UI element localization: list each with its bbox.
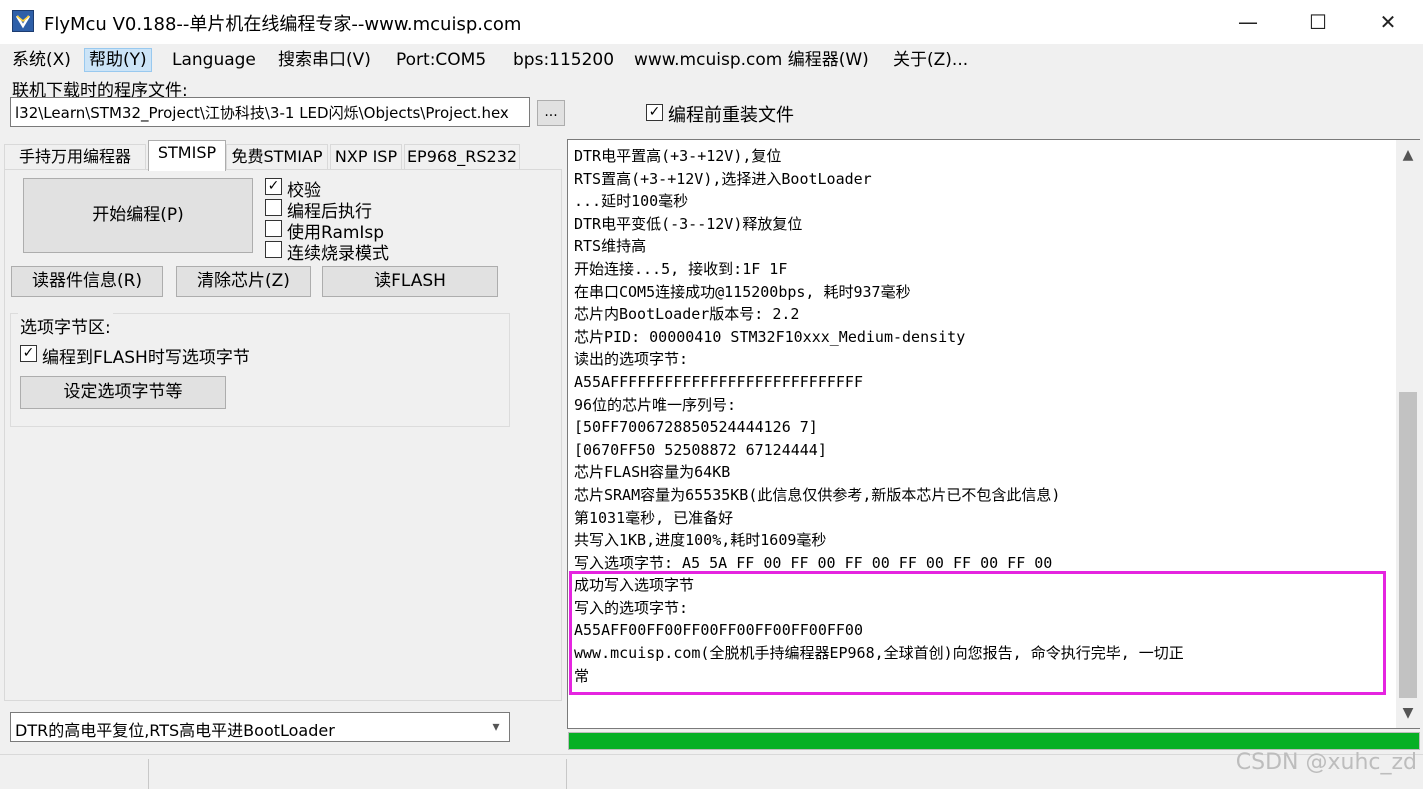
log-line: DTR电平变低(-3--12V)释放复位 xyxy=(574,214,803,233)
log-line: 96位的芯片唯一序列号: xyxy=(574,395,737,414)
log-line: A55AFFFFFFFFFFFFFFFFFFFFFFFFFFFF xyxy=(574,372,863,391)
menu-about[interactable]: 关于(Z)... xyxy=(889,48,972,72)
reset-mode-select[interactable]: DTR的高电平复位,RTS高电平进BootLoader ▾ xyxy=(10,712,510,742)
log-scrollbar[interactable]: ▲ ▼ xyxy=(1396,140,1420,728)
tab-handheld-programmer[interactable]: 手持万用编程器 xyxy=(4,144,146,170)
tab-ep968-rs232[interactable]: EP968_RS232 xyxy=(404,144,520,170)
status-divider xyxy=(566,759,567,789)
read-flash-button[interactable]: 读FLASH xyxy=(322,266,498,297)
title-bar: FlyMcu V0.188--单片机在线编程专家--www.mcuisp.com… xyxy=(0,0,1423,44)
browse-file-button[interactable]: ... xyxy=(537,100,565,126)
progress-fill xyxy=(569,733,1419,749)
continuous-burn-label: 连续烧录模式 xyxy=(287,244,389,264)
menu-help[interactable]: 帮助(Y) xyxy=(84,48,152,72)
menu-bar: 系统(X) 帮助(Y) Language 搜索串口(V) Port:COM5 b… xyxy=(0,44,1423,74)
log-line: 在串口COM5连接成功@115200bps, 耗时937毫秒 xyxy=(574,282,911,301)
menu-bps[interactable]: bps:115200 xyxy=(509,48,618,72)
menu-language[interactable]: Language xyxy=(168,48,260,72)
menu-port[interactable]: Port:COM5 xyxy=(392,48,490,72)
read-device-info-button[interactable]: 读器件信息(R) xyxy=(11,266,163,297)
verify-checkbox[interactable]: ✓ xyxy=(265,178,282,195)
log-line: ...延时100毫秒 xyxy=(574,192,689,211)
menu-system[interactable]: 系统(X) xyxy=(8,48,75,72)
scroll-down-icon[interactable]: ▼ xyxy=(1396,698,1420,728)
program-file-path-input[interactable]: l32\Learn\STM32_Project\江协科技\3-1 LED闪烁\O… xyxy=(10,97,530,127)
scroll-up-icon[interactable]: ▲ xyxy=(1396,140,1420,170)
status-bar xyxy=(0,754,1423,789)
use-ramisp-checkbox[interactable] xyxy=(265,220,282,237)
log-line: 芯片SRAM容量为65535KB(此信息仅供参考,新版本芯片已不包含此信息) xyxy=(574,485,1061,504)
set-option-bytes-button[interactable]: 设定选项字节等 xyxy=(20,376,226,409)
tab-nxp-isp[interactable]: NXP ISP xyxy=(330,144,402,170)
continuous-burn-checkbox[interactable] xyxy=(265,241,282,258)
erase-chip-button[interactable]: 清除芯片(Z) xyxy=(176,266,311,297)
log-line: DTR电平置高(+3-+12V),复位 xyxy=(574,147,782,165)
write-option-bytes-label: 编程到FLASH时写选项字节 xyxy=(42,348,250,368)
reload-before-program-label: 编程前重装文件 xyxy=(668,105,794,126)
window-title: FlyMcu V0.188--单片机在线编程专家--www.mcuisp.com xyxy=(44,14,522,35)
watermark: CSDN @xuhc_zd xyxy=(1235,750,1417,775)
log-line: [50FF7006728850524444126 7] xyxy=(574,418,818,437)
log-line: 读出的选项字节: xyxy=(574,350,689,369)
reload-before-program-checkbox[interactable]: ✓ xyxy=(646,104,663,121)
log-line: 第1031毫秒, 已准备好 xyxy=(574,508,734,527)
log-line: 芯片FLASH容量为64KB xyxy=(574,463,731,482)
start-programming-button[interactable]: 开始编程(P) xyxy=(23,178,253,253)
menu-search-port[interactable]: 搜索串口(V) xyxy=(274,48,375,72)
highlight-box xyxy=(569,571,1386,695)
log-line: 芯片PID: 00000410 STM32F10xxx_Medium-densi… xyxy=(574,327,966,346)
reset-mode-value: DTR的高电平复位,RTS高电平进BootLoader xyxy=(15,721,335,740)
write-option-bytes-checkbox[interactable]: ✓ xyxy=(20,345,37,362)
chevron-down-icon[interactable]: ▾ xyxy=(483,713,509,741)
tab-free-stmiap[interactable]: 免费STMIAP xyxy=(226,144,328,170)
log-line: 开始连接...5, 接收到:1F 1F xyxy=(574,259,788,278)
log-line: 共写入1KB,进度100%,耗时1609毫秒 xyxy=(574,531,827,550)
scroll-thumb[interactable] xyxy=(1399,392,1417,698)
close-button[interactable]: ✕ xyxy=(1353,0,1423,44)
log-line: RTS置高(+3-+12V),选择进入BootLoader xyxy=(574,169,872,188)
log-line: [0670FF50 52508872 67124444] xyxy=(574,440,827,459)
log-line: 芯片内BootLoader版本号: 2.2 xyxy=(574,305,800,324)
log-line: RTS维持高 xyxy=(574,237,647,256)
maximize-button[interactable]: ☐ xyxy=(1283,0,1353,44)
run-after-program-checkbox[interactable] xyxy=(265,199,282,216)
option-bytes-group-title: 选项字节区: xyxy=(18,313,113,338)
menu-programmer[interactable]: www.mcuisp.com 编程器(W) xyxy=(630,48,873,72)
tab-stmisp[interactable]: STMISP xyxy=(148,140,226,171)
app-icon xyxy=(12,10,34,32)
progress-bar xyxy=(568,732,1420,750)
status-divider xyxy=(148,759,149,789)
minimize-button[interactable]: — xyxy=(1213,0,1283,44)
